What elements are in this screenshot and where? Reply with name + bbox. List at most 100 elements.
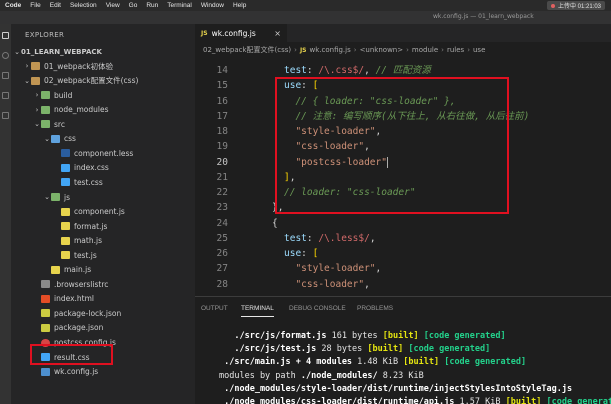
terminal-token: 28 bytes	[316, 344, 368, 355]
recording-text: 上传中 01:21:03	[557, 4, 601, 10]
tree-folder-6[interactable]: ⌄ css	[11, 132, 195, 145]
breadcrumb-folder[interactable]: 02_webpack配置文件(css)	[203, 45, 291, 55]
chevron-down-icon: ⌄	[24, 76, 30, 85]
tree-item-label: wk.config.js	[54, 367, 99, 377]
tree-item-label: format.js	[74, 221, 108, 231]
js-file-icon	[51, 265, 60, 274]
code-token: :	[306, 232, 319, 244]
code-line[interactable]: 28 "css-loader",	[195, 277, 611, 292]
menu-window[interactable]: Window	[201, 2, 224, 9]
tab-output[interactable]: OUTPUT	[201, 305, 228, 312]
breadcrumb-file[interactable]: wk.config.js	[310, 46, 351, 54]
terminal-token: [code generated]	[444, 357, 527, 368]
tree-item-label: src	[54, 119, 65, 129]
terminal-token: ./node_modules/css-loader/dist/runtime/a…	[219, 397, 455, 404]
breadcrumb-symbol-rules[interactable]: rules	[447, 46, 464, 54]
folder-icon	[51, 193, 60, 201]
breadcrumb-symbol-module[interactable]: module	[412, 46, 438, 54]
tree-file-15[interactable]: main.js	[11, 263, 195, 276]
folder-icon	[31, 76, 40, 85]
menu-selection[interactable]: Selection	[70, 2, 97, 9]
line-number: 26	[216, 248, 228, 259]
tab-problems[interactable]: PROBLEMS	[357, 305, 393, 312]
tree-folder-2[interactable]: ⌄ 02_webpack配置文件(css)	[11, 74, 195, 87]
tree-file-22[interactable]: wk.config.js	[11, 365, 195, 378]
tree-folder-1[interactable]: › 01_webpack初体验	[11, 60, 195, 73]
code-text: "css-loader",	[284, 277, 369, 292]
tab-debug-console[interactable]: DEBUG CONSOLE	[289, 305, 346, 312]
tree-file-11[interactable]: component.js	[11, 205, 195, 218]
folder-icon	[41, 105, 50, 114]
menu-help[interactable]: Help	[233, 2, 246, 9]
search-icon[interactable]	[2, 52, 9, 59]
js-file-icon	[61, 251, 70, 260]
tree-folder-4[interactable]: › node_modules	[11, 103, 195, 116]
json-file-icon	[41, 309, 50, 318]
code-line[interactable]: 26 use: [	[195, 246, 611, 261]
tab-wk-config[interactable]: JS wk.config.js ×	[195, 24, 287, 42]
code-line[interactable]: 14 test: /\.css$/, // 匹配资源	[195, 63, 611, 78]
tree-file-7[interactable]: component.less	[11, 147, 195, 160]
menu-edit[interactable]: Edit	[50, 2, 61, 9]
tree-file-16[interactable]: .browserslistrc	[11, 278, 195, 291]
source-control-icon[interactable]	[2, 72, 9, 79]
breadcrumb: 02_webpack配置文件(css) › JS wk.config.js › …	[195, 42, 611, 58]
panel-tabs: OUTPUT TERMINAL DEBUG CONSOLE PROBLEMS	[195, 297, 611, 323]
tree-folder-5[interactable]: ⌄ src	[11, 118, 195, 131]
tree-item-label: main.js	[64, 265, 92, 275]
terminal-token: ./src/main.js + 4 modules	[219, 357, 353, 368]
tree-file-17[interactable]: index.html	[11, 292, 195, 305]
recording-indicator[interactable]: 上传中 01:21:03	[546, 1, 605, 10]
line-number: 25	[216, 232, 228, 244]
code-token: ,	[375, 263, 382, 275]
code-line[interactable]: 25 test: /\.less$/,	[195, 231, 611, 246]
chevron-right-icon: ›	[406, 46, 409, 54]
menu-file[interactable]: File	[30, 2, 40, 9]
chevron-down-icon: ⌄	[14, 47, 20, 56]
code-token: /\.less$/	[318, 232, 370, 244]
breadcrumb-symbol-use[interactable]: use	[473, 46, 485, 54]
menu-run[interactable]: Run	[146, 2, 158, 9]
tree-item-label: 01_webpack初体验	[44, 61, 114, 71]
close-icon[interactable]: ×	[274, 29, 281, 38]
code-text: use: [	[284, 246, 318, 261]
menu-go[interactable]: Go	[129, 2, 138, 9]
line-number: 14	[216, 65, 228, 76]
tree-file-13[interactable]: math.js	[11, 234, 195, 247]
highlight-box-code	[275, 77, 509, 214]
breadcrumb-symbol-unknown[interactable]: <unknown>	[360, 46, 404, 54]
run-debug-icon[interactable]	[2, 92, 9, 99]
terminal-token: 1.57 KiB	[454, 397, 506, 404]
tree-item-label: index.html	[54, 294, 94, 304]
tree-file-12[interactable]: format.js	[11, 220, 195, 233]
line-number: 24	[216, 217, 228, 229]
tree-file-8[interactable]: index.css	[11, 161, 195, 174]
code-token: :	[301, 248, 313, 259]
menu-terminal[interactable]: Terminal	[167, 2, 192, 9]
tree-file-19[interactable]: package.json	[11, 321, 195, 334]
chevron-down-icon: ⌄	[34, 120, 40, 129]
chevron-right-icon: ›	[441, 46, 444, 54]
tree-folder-10[interactable]: ⌄ js	[11, 191, 195, 204]
tree-folder-3[interactable]: › build	[11, 89, 195, 102]
line-number: 28	[216, 278, 228, 290]
app-menu[interactable]: Code	[5, 2, 21, 9]
window-titlebar: wk.config.js — 01_learn_webpack	[0, 11, 611, 24]
tree-folder-0[interactable]: ⌄ 01_LEARN_WEBPACK	[11, 45, 195, 58]
code-token: {	[272, 217, 278, 229]
tree-file-9[interactable]: test.css	[11, 176, 195, 189]
tree-file-14[interactable]: test.js	[11, 249, 195, 262]
code-line[interactable]: 24 {	[195, 216, 611, 231]
tree-file-18[interactable]: package-lock.json	[11, 307, 195, 320]
extensions-icon[interactable]	[2, 112, 9, 119]
terminal-line: modules by path ./node_modules/ 8.23 KiB	[219, 370, 611, 383]
tab-terminal[interactable]: TERMINAL	[241, 305, 274, 317]
code-token: "style-loader"	[284, 263, 376, 275]
chevron-down-icon: ⌄	[44, 193, 50, 201]
code-line[interactable]: 27 "style-loader",	[195, 261, 611, 276]
files-icon[interactable]	[2, 32, 9, 39]
tree-item-label: 02_webpack配置文件(css)	[44, 76, 139, 86]
menu-view[interactable]: View	[106, 2, 120, 9]
css-file-icon	[61, 178, 70, 187]
line-number: 19	[216, 141, 228, 153]
